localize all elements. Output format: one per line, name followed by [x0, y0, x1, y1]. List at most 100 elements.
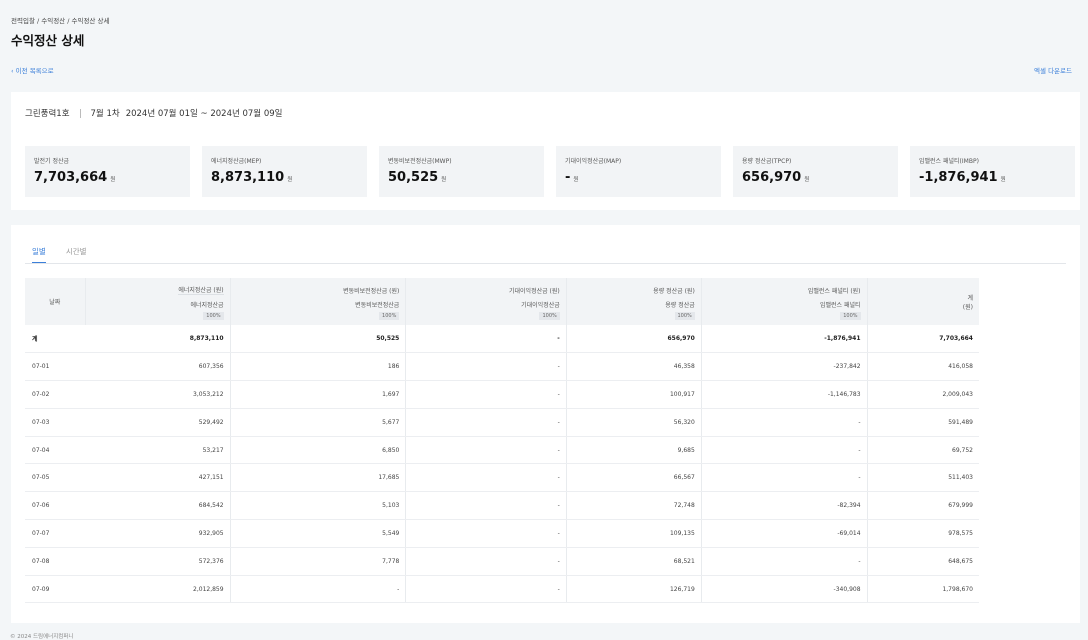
cell-value: 17,685 — [230, 463, 407, 493]
column-group-header: 변동비보전정산금 (원) — [230, 278, 407, 297]
summary-panel: 그린풍력1호 7월 1차 2024년 07월 01일 ~ 2024년 07월 0… — [11, 92, 1080, 210]
card-label: 에너지정산금(MEP) — [211, 158, 262, 165]
card-unit: 원 — [1000, 177, 1006, 183]
tab-hourly[interactable]: 시간별 — [66, 246, 87, 263]
cell-value: 9,685 — [566, 436, 702, 465]
period-label: 7월 1차 — [90, 109, 120, 119]
cell-value: 427,151 — [85, 463, 231, 493]
cell-value: 416,058 — [867, 352, 979, 382]
cell-value: -1,876,941 — [701, 325, 868, 354]
cell-value: 50,525 — [230, 325, 407, 354]
cell-value: 5,103 — [230, 491, 407, 521]
cell-value: 2,012,859 — [85, 575, 231, 604]
cell-value: 8,873,110 — [85, 325, 231, 354]
cell-value: -82,394 — [701, 491, 868, 521]
cell-value: 7,703,664 — [867, 325, 979, 354]
card-value: - — [565, 170, 571, 185]
cell-value: 100,917 — [566, 380, 702, 409]
column-group-header: 임밸런스 패널티 (원) — [701, 278, 868, 297]
card-unit: 원 — [287, 177, 293, 183]
column-subheader: 임밸런스 패널티 100% — [701, 297, 868, 325]
cell-date: 계 — [25, 325, 85, 354]
card-unit: 원 — [573, 177, 579, 183]
cell-value: 109,135 — [566, 519, 702, 548]
cell-value: 648,675 — [867, 547, 979, 576]
date-range: 2024년 07월 01일 ~ 2024년 07월 09일 — [125, 109, 283, 119]
card-value: 50,525 — [388, 170, 439, 185]
cell-value: 7,778 — [230, 547, 407, 576]
table-total-row: 계 8,873,110 50,525-656,970 -1,876,941 7,703,… — [25, 325, 979, 354]
breadcrumb: 전력입찰 / 수익정산 / 수익정산 상세 — [11, 17, 110, 25]
cell-value: - — [405, 463, 567, 493]
settlement-info: 그린풍력1호 7월 1차 2024년 07월 01일 ~ 2024년 07월 0… — [25, 107, 282, 119]
cell-value: - — [701, 547, 868, 576]
summary-card-imbp: 임밸런스 패널티(IMBP) -1,876,941 원 — [910, 146, 1075, 197]
card-label: 발전기 정산금 — [34, 158, 70, 165]
column-header-date: 날짜 — [25, 278, 86, 325]
plant-name: 그린풍력1호 — [25, 109, 70, 119]
tabs-divider — [25, 263, 1066, 264]
cell-value: 5,549 — [230, 519, 407, 548]
cell-value: - — [405, 547, 567, 576]
table-row: 07-05 427,151 17,685-66,567-511,403 — [25, 463, 979, 493]
summary-card-map: 기대이익정산금(MAP) -원 — [556, 146, 721, 197]
card-unit: 원 — [804, 177, 810, 183]
card-label: 용량 정산금(TPCP) — [742, 158, 792, 165]
table-row: 07-03 529,492 5,677-56,320-591,489 — [25, 408, 979, 437]
table-row: 07-09 2,012,859- -126,719 -340,908 1,798,670 — [25, 575, 979, 604]
cell-value: 46,358 — [566, 352, 702, 382]
card-unit: 원 — [110, 177, 116, 183]
cell-value: 56,320 — [566, 408, 702, 437]
summary-card-mep: 에너지정산금(MEP) 8,873,110 원 — [202, 146, 367, 197]
column-subheader: 에너지정산금 100% — [85, 297, 231, 325]
cell-value: - — [230, 575, 407, 604]
tab-daily[interactable]: 일별 — [32, 246, 46, 263]
card-value: 7,703,664 — [34, 170, 108, 185]
cell-date: 07-01 — [25, 352, 85, 382]
cell-value: -340,908 — [701, 575, 868, 604]
cell-value: 572,376 — [85, 547, 231, 576]
column-subheader: 변동비보전정산금 100% — [230, 297, 407, 325]
copyright: © 2024 드림에너지컴퍼니 — [10, 634, 74, 640]
cell-value: 126,719 — [566, 575, 702, 604]
cell-date: 07-07 — [25, 519, 85, 548]
cell-value: - — [405, 575, 567, 604]
card-value: 656,970 — [742, 170, 802, 185]
column-group-header: 용량 정산금 (원) — [566, 278, 702, 297]
column-subheader: 용량 정산금 100% — [566, 297, 702, 325]
cell-value: 68,521 — [566, 547, 702, 576]
cell-value: 607,356 — [85, 352, 231, 382]
cell-value: 511,403 — [867, 463, 979, 493]
cell-value: - — [405, 408, 567, 437]
card-label: 임밸런스 패널티(IMBP) — [919, 158, 979, 165]
cell-value: 69,752 — [867, 436, 979, 465]
table-row: 07-08 572,376 7,778-68,521-648,675 — [25, 547, 979, 576]
cell-value: 186 — [230, 352, 407, 382]
back-to-list-link[interactable]: ‹ 이전 목록으로 — [11, 65, 54, 75]
card-value: 8,873,110 — [211, 170, 285, 185]
cell-date: 07-09 — [25, 575, 85, 604]
cell-date: 07-08 — [25, 547, 85, 576]
cell-value: 2,009,043 — [867, 380, 979, 409]
cell-value: 3,053,212 — [85, 380, 231, 409]
cell-value: -69,014 — [701, 519, 868, 548]
column-subheader: 기대이익정산금 100% — [405, 297, 567, 325]
cell-date: 07-05 — [25, 463, 85, 493]
cell-value: 679,999 — [867, 491, 979, 521]
cell-value: 684,542 — [85, 491, 231, 521]
cell-value: - — [405, 380, 567, 409]
summary-card-total: 발전기 정산금 7,703,664 원 — [25, 146, 190, 197]
cell-date: 07-02 — [25, 380, 85, 409]
cell-value: 1,798,670 — [867, 575, 979, 604]
summary-cards: 발전기 정산금 7,703,664 원 에너지정산금(MEP) 8,873,110… — [25, 146, 1075, 197]
column-group-header: 에너지정산금 (원) — [85, 278, 231, 297]
table-row: 07-02 3,053,212 1,697-100,917 -1,146,783 2,0… — [25, 380, 979, 409]
cell-value: 591,489 — [867, 408, 979, 437]
cell-value: 656,970 — [566, 325, 702, 354]
excel-download-link[interactable]: 엑셀 다운로드 — [1034, 65, 1072, 75]
card-unit: 원 — [441, 177, 447, 183]
cell-value: - — [405, 325, 567, 354]
summary-card-tpcp: 용량 정산금(TPCP) 656,970 원 — [733, 146, 898, 197]
cell-value: 5,677 — [230, 408, 407, 437]
card-label: 변동비보전정산금(MWP) — [388, 158, 452, 165]
